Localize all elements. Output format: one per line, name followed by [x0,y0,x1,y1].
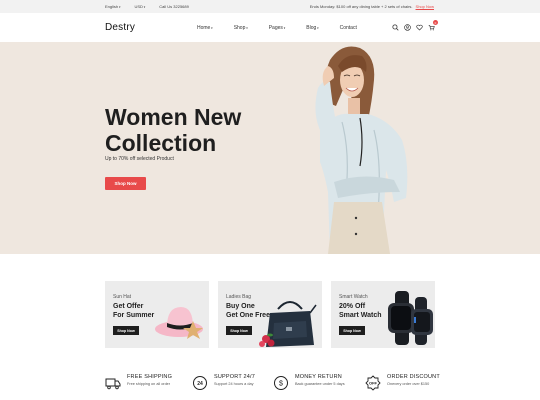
hero-title-line2: Collection [105,130,217,156]
ladies-bag-image [259,301,317,347]
feature-subtitle: Back guarantee under 5 days [295,382,345,386]
top-bar-left: English USD Call Us 3225689 [105,4,189,9]
banner-smart-watch[interactable]: Smart Watch 20% Off Smart Watch Shop Now [331,281,435,348]
feature-title: SUPPORT 24/7 [214,374,256,380]
banner-shop-now-button[interactable]: Shop Now [339,326,365,335]
feature-title: FREE SHIPPING [127,374,173,380]
banner-title-line1: Buy One [226,303,255,310]
feature-subtitle: Free shipping on all order [127,382,171,386]
banner-ladies-bag[interactable]: Ladies Bag Buy One Get One Free Shop Now [218,281,322,348]
banner-category: Sun Hat [113,294,132,300]
user-icon[interactable] [403,23,411,31]
header-icons: 0 [391,20,438,31]
hero-model-image [315,46,408,254]
main-nav: Home Shop Pages Blog Contact [197,25,378,31]
nav-pages[interactable]: Pages [269,25,286,31]
truck-icon [105,378,121,390]
banner-title-line2: Get One Free [226,311,270,319]
feature-title: ORDER DISCOUNT [387,374,440,380]
discount-badge-icon: OFF [365,375,381,391]
hero-shop-now-button[interactable]: Shop Now [105,177,146,190]
cart-icon[interactable]: 0 [427,20,438,31]
feature-order-discount: OFF ORDER DISCOUNT Onevery order over $1… [365,374,440,391]
banner-title-line1: 20% Off [339,303,366,310]
banner-title-line2: Smart Watch [339,311,382,319]
svg-text:OFF: OFF [369,381,378,386]
banner-title-line2: For Summer [113,311,155,319]
nav-blog[interactable]: Blog [306,25,318,31]
banner-shop-now-button[interactable]: Shop Now [113,326,139,335]
banner-title: Buy One Get One Free [226,303,296,320]
phone-text: Call Us 3225689 [159,4,189,9]
promo-text: Ends Monday: $100 off any dining table +… [309,4,413,9]
main-header: Destry Home Shop Pages Blog Contact 0 [0,13,540,42]
cart-count-badge: 0 [433,20,438,25]
banner-category: Smart Watch [339,294,368,300]
hero-title-line1: Women New [105,104,242,130]
support-24-icon: 24 [193,376,207,390]
feature-title: MONEY RETURN [295,374,342,380]
banner-sun-hat[interactable]: Sun Hat Get Offer For Summer Shop Now [105,281,209,348]
nav-shop[interactable]: Shop [234,25,248,31]
logo[interactable]: Destry [105,22,135,33]
feature-subtitle: Onevery order over $150 [387,382,430,386]
hero-title: Women New Collection [105,104,305,156]
banner-title: 20% Off Smart Watch [339,303,409,320]
nav-contact[interactable]: Contact [340,25,357,31]
currency-select[interactable]: USD [134,4,145,9]
feature-text: ORDER DISCOUNT Onevery order over $150 [387,374,440,386]
feature-subtitle: Support 24 hours a day [214,382,254,386]
feature-text: MONEY RETURN Back guarantee under 5 days [295,374,345,386]
svg-text:$: $ [279,381,283,388]
banner-title-line1: Get Offer [113,303,144,310]
banner-category: Ladies Bag [226,294,252,300]
nav-home[interactable]: Home [197,25,213,31]
hero-subtitle: Up to 70% off selected Product [105,156,174,162]
promo-shop-link[interactable]: Shop Now [416,4,434,9]
feature-support: 24 SUPPORT 24/7 Support 24 hours a day [192,374,255,391]
heart-icon[interactable] [415,23,423,31]
language-select[interactable]: English [105,4,120,9]
feature-free-shipping: FREE SHIPPING Free shipping on all order [105,374,172,391]
hero-banner: Women New Collection Up to 70% off selec… [0,42,540,254]
search-icon[interactable] [391,23,399,31]
banner-title: Get Offer For Summer [113,303,183,320]
feature-text: SUPPORT 24/7 Support 24 hours a day [214,374,255,386]
top-bar: English USD Call Us 3225689 Ends Monday:… [0,0,540,13]
feature-text: FREE SHIPPING Free shipping on all order [127,374,172,386]
banner-shop-now-button[interactable]: Shop Now [226,326,252,335]
money-return-icon: $ [274,376,288,390]
svg-text:24: 24 [197,381,203,387]
top-bar-right: Ends Monday: $100 off any dining table +… [310,4,434,9]
feature-money-return: $ MONEY RETURN Back guarantee under 5 da… [273,374,345,391]
